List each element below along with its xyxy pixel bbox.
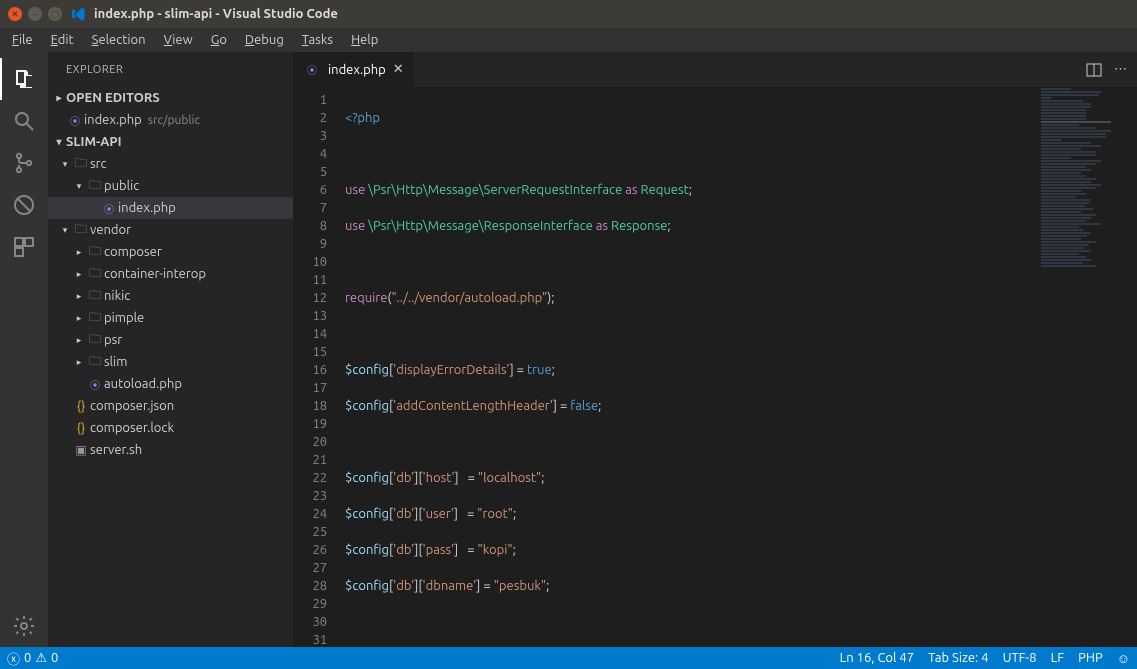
folder-icon: 🗀 [86,308,104,329]
activity-scm[interactable] [0,142,48,184]
activity-extensions[interactable] [0,226,48,268]
activity-settings[interactable] [0,605,48,647]
shell-icon: ▣ [72,443,90,457]
menu-edit[interactable]: Edit [43,31,82,49]
menu-view[interactable]: View [156,31,201,49]
folder-icon: 🗀 [86,286,104,307]
tree-file-server-sh[interactable]: ▣server.sh [48,439,293,461]
close-window-button[interactable]: ✕ [8,7,22,21]
tree-file-composer-lock[interactable]: {}composer.lock [48,417,293,439]
maximize-window-button[interactable]: ▢ [48,7,62,21]
php-icon: ⦿ [86,377,104,392]
tree-folder-slim[interactable]: ▸🗀slim [48,351,293,373]
php-icon: ⦿ [303,62,321,77]
project-header[interactable]: ▾SLIM-API [48,131,293,153]
more-actions-icon[interactable]: ⋯ [1114,62,1127,77]
tab-label: index.php [328,63,386,77]
status-indent[interactable]: Tab Size: 4 [921,647,996,669]
tree-file-autoload[interactable]: ⦿autoload.php [48,373,293,395]
tree-folder-src[interactable]: ▾🗀src [48,153,293,175]
minimize-window-button[interactable]: – [28,7,42,21]
open-editor-item[interactable]: ⦿ index.php src/public [48,109,293,131]
status-feedback-icon[interactable]: ☺ [1110,647,1137,669]
titlebar: ✕ – ▢ index.php - slim-api - Visual Stud… [0,0,1137,28]
tab-index-php[interactable]: ⦿ index.php ✕ [293,52,415,87]
tab-close-icon[interactable]: ✕ [393,62,404,77]
open-editor-name: index.php [84,113,142,127]
menu-selection[interactable]: Selection [84,31,154,49]
folder-icon: 🗀 [72,154,90,175]
menu-tasks[interactable]: Tasks [294,31,341,49]
status-eol[interactable]: LF [1044,647,1071,669]
json-icon: {} [72,400,90,413]
tree-file-composer-json[interactable]: {}composer.json [48,395,293,417]
folder-icon: 🗀 [86,352,104,373]
sidebar-title: EXPLORER [48,52,293,87]
window-controls: ✕ – ▢ [8,7,62,21]
folder-icon: 🗀 [86,176,104,197]
statusbar: ⓧ0 ⚠0 Ln 16, Col 47 Tab Size: 4 UTF-8 LF… [0,647,1137,669]
status-problems[interactable]: ⓧ0 ⚠0 [0,647,65,669]
php-icon: ⦿ [100,201,118,216]
activity-search[interactable] [0,100,48,142]
window-title: index.php - slim-api - Visual Studio Cod… [94,7,338,21]
error-icon: ⓧ [7,649,20,668]
menu-debug[interactable]: Debug [237,31,292,49]
tree-folder-container-interop[interactable]: ▸🗀container-interop [48,263,293,285]
tab-actions: ⋯ [1076,52,1137,87]
status-cursor[interactable]: Ln 16, Col 47 [833,647,921,669]
menu-go[interactable]: Go [203,31,235,49]
status-encoding[interactable]: UTF-8 [996,647,1044,669]
open-editor-path: src/public [148,114,200,127]
folder-icon: 🗀 [86,330,104,351]
activitybar [0,52,48,647]
folder-icon: 🗀 [86,242,104,263]
activity-debug[interactable] [0,184,48,226]
folder-icon: 🗀 [86,264,104,285]
warning-icon: ⚠ [35,651,47,666]
tree-folder-vendor[interactable]: ▾🗀vendor [48,219,293,241]
editor-area: ⦿ index.php ✕ ⋯ 123456789101112131415161… [293,52,1137,647]
status-language[interactable]: PHP [1071,647,1110,669]
activity-explorer[interactable] [0,58,48,100]
sidebar: EXPLORER ▸OPEN EDITORS ⦿ index.php src/p… [48,52,293,647]
menu-file[interactable]: File [4,31,41,49]
tree-folder-composer[interactable]: ▸🗀composer [48,241,293,263]
split-editor-icon[interactable] [1086,62,1102,78]
tree-file-index-php[interactable]: ⦿index.php [48,197,293,219]
open-editors-header[interactable]: ▸OPEN EDITORS [48,87,293,109]
folder-icon: 🗀 [72,220,90,241]
tree-folder-nikic[interactable]: ▸🗀nikic [48,285,293,307]
tree-folder-pimple[interactable]: ▸🗀pimple [48,307,293,329]
vscode-icon [70,6,86,22]
menu-help[interactable]: Help [343,31,386,49]
tree-folder-psr[interactable]: ▸🗀psr [48,329,293,351]
json-icon: {} [72,422,90,435]
php-icon: ⦿ [66,113,84,128]
minimap[interactable] [1037,87,1137,647]
gutter: 1234567891011121314151617181920212223242… [293,87,341,647]
code-editor[interactable]: <?php use \Psr\Http\Message\ServerReques… [341,87,1037,647]
tabbar: ⦿ index.php ✕ ⋯ [293,52,1137,87]
menubar: File Edit Selection View Go Debug Tasks … [0,28,1137,52]
tree-folder-public[interactable]: ▾🗀public [48,175,293,197]
